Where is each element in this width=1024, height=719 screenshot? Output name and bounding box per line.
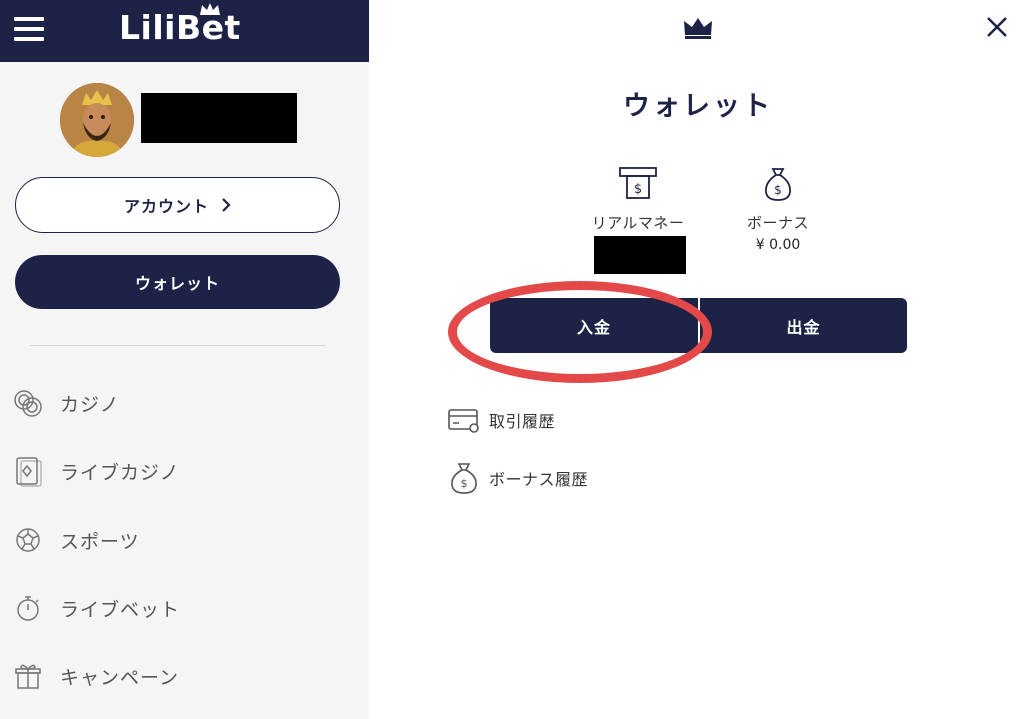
close-icon[interactable] (984, 14, 1010, 40)
svg-text:$: $ (461, 477, 468, 490)
divider (30, 345, 325, 346)
withdraw-button[interactable]: 出金 (700, 298, 907, 353)
nav-item-label: スポーツ (60, 530, 140, 553)
atm-cash-icon: $ (619, 167, 657, 199)
bonus-value: ¥ 0.00 (755, 237, 801, 253)
stopwatch-icon (12, 592, 44, 624)
real-money-value-redacted (594, 236, 686, 274)
money-bag-icon: $ (765, 168, 791, 201)
nav-item-sports[interactable]: スポーツ (12, 520, 352, 560)
hamburger-menu-icon[interactable] (14, 17, 44, 41)
nav-item-live-casino[interactable]: ライブカジノ (12, 451, 352, 491)
credit-card-icon (447, 403, 481, 437)
lilibet-logo[interactable]: LiliBet (119, 8, 241, 47)
avatar[interactable] (60, 83, 134, 157)
account-button-label: アカウント (123, 197, 209, 216)
transaction-history-label: 取引履歴 (489, 412, 556, 431)
crown-icon (684, 18, 712, 39)
playing-card-icon (12, 455, 44, 487)
bonus-label: ボーナス (746, 214, 809, 232)
nav-item-label: ライブカジノ (60, 461, 180, 484)
sidebar: LiliBet アカウント ウォレット カジノ ライブカジノ スポーツ ライブベ… (0, 0, 369, 719)
nav-item-campaign[interactable]: キャンペーン (12, 656, 352, 696)
wallet-button[interactable]: ウォレット (15, 255, 340, 309)
soccer-ball-icon (12, 524, 44, 556)
deposit-button[interactable]: 入金 (490, 298, 698, 353)
account-button[interactable]: アカウント (15, 177, 340, 233)
nav-item-label: ライブベット (60, 598, 181, 621)
nav-item-label: キャンペーン (60, 666, 180, 689)
withdraw-button-label: 出金 (786, 317, 821, 337)
bonus-history-label: ボーナス履歴 (489, 470, 589, 489)
top-bar: LiliBet (0, 0, 369, 62)
transaction-history-link[interactable]: 取引履歴 (447, 400, 555, 440)
chevron-right-icon (222, 198, 231, 212)
svg-text:$: $ (774, 183, 782, 197)
nav-item-label: カジノ (60, 393, 120, 416)
gift-icon (12, 660, 44, 692)
nav-item-casino[interactable]: カジノ (12, 383, 352, 423)
logo-crown-icon (200, 3, 220, 15)
username-redacted (141, 93, 297, 143)
wallet-button-label: ウォレット (134, 274, 220, 293)
real-money-label: リアルマネー (591, 214, 685, 232)
bonus-balance: $ ボーナス ¥ 0.00 (730, 166, 826, 253)
page-title: ウォレット (623, 91, 773, 122)
real-money-balance: $ リアルマネー (583, 166, 693, 233)
casino-chips-icon (12, 387, 44, 419)
bonus-history-link[interactable]: $ ボーナス履歴 (447, 458, 588, 498)
nav-item-live-bet[interactable]: ライブベット (12, 588, 352, 628)
money-bag-icon: $ (447, 461, 481, 495)
svg-text:$: $ (634, 182, 642, 197)
deposit-button-label: 入金 (576, 317, 611, 337)
